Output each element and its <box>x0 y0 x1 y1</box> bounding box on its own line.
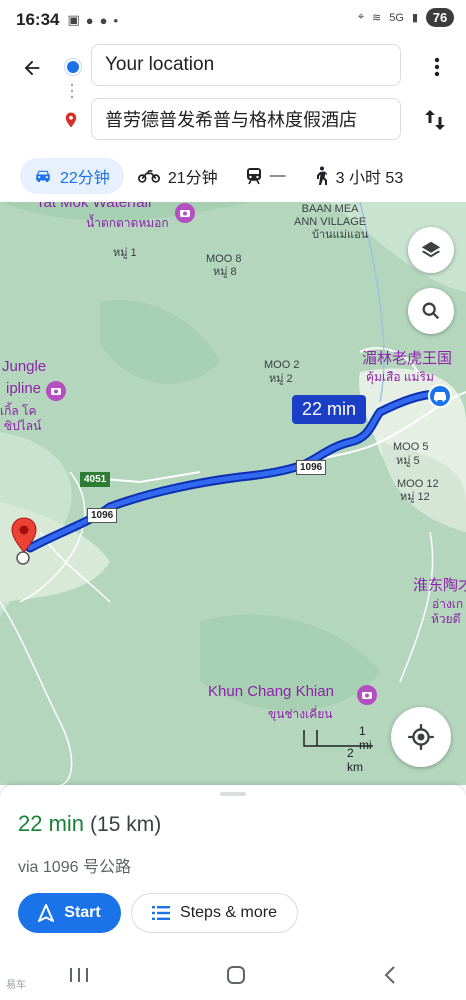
back-button[interactable] <box>14 50 50 86</box>
more-notifications-icon: • <box>113 12 119 28</box>
label-moo-12-thai: หมู่ 12 <box>400 491 430 503</box>
recents-button[interactable] <box>68 966 90 989</box>
poi-tat-mok-pin-icon[interactable] <box>174 202 196 228</box>
mode-label: — <box>269 167 286 184</box>
mode-tab-walk[interactable]: 3 小时 53 <box>300 158 418 194</box>
wechat-icon: ● <box>99 12 108 28</box>
watermark: 易车 <box>6 980 26 991</box>
more-options-button[interactable] <box>422 52 452 82</box>
my-location-button[interactable] <box>391 707 451 767</box>
route-via: via 1096 号公路 <box>18 859 131 876</box>
search-along-route-button[interactable] <box>408 288 454 334</box>
swap-button[interactable] <box>420 104 450 136</box>
chevron-left-icon <box>384 966 396 984</box>
scale-km: 2 km <box>347 746 363 774</box>
label-moo-5-thai: หมู่ 5 <box>396 455 420 467</box>
location-icon: ⌖ <box>357 11 365 23</box>
transit-icon <box>246 167 262 185</box>
label-moo-2-thai: หมู่ 2 <box>269 373 293 385</box>
road-shield-1096-east: 1096 <box>296 460 327 475</box>
label-baan-mea-ann-thai: บ้านแม่แอน <box>312 229 369 241</box>
poi-tat-mok-waterfall[interactable]: Tat Mok Waterfall <box>36 202 151 211</box>
poi-jungle-thai-2: ซิปไลน์ <box>4 419 42 433</box>
route-duration-callout[interactable]: 22 min <box>292 395 367 424</box>
route-eta: 22 min (15 km) <box>18 811 161 837</box>
layers-button[interactable] <box>408 227 454 273</box>
layers-icon <box>421 241 441 258</box>
motorcycle-icon <box>137 169 160 183</box>
steps-and-more-button[interactable]: Steps & more <box>131 893 298 933</box>
status-time: 16:34 <box>16 10 60 29</box>
road-shield-1096-west: 1096 <box>87 508 118 523</box>
label-moo-1-thai: หมู่ 1 <box>113 247 137 259</box>
mode-label: 21分钟 <box>167 170 218 187</box>
poi-jungle-zipline-2[interactable]: ipline <box>6 380 41 397</box>
battery-icon: 76 <box>426 8 454 27</box>
label-baan-mea-ann: BAAN MEA ANN VILLAGE <box>294 203 367 228</box>
drag-handle[interactable] <box>220 792 246 796</box>
search-icon <box>422 302 440 320</box>
travel-mode-tabs: 22分钟 21分钟 — 3 小时 53 <box>0 150 466 202</box>
swap-vert-icon <box>425 110 445 130</box>
label-moo-8-thai: หมู่ 8 <box>213 266 237 278</box>
poi-khun-chang-camera-icon[interactable] <box>356 684 378 710</box>
label-moo-5: MOO 5 <box>393 441 429 453</box>
signal-icon: ▮ <box>411 12 418 24</box>
origin-dot-icon <box>65 59 81 75</box>
poi-tiger-kingdom[interactable]: 湄林老虎王国 <box>362 347 452 368</box>
scan-icon: ▣ <box>67 12 80 27</box>
label-moo-8: MOO 8 <box>206 253 242 265</box>
car-icon <box>34 168 52 184</box>
origin-car-marker-icon[interactable] <box>428 384 452 413</box>
more-vert-icon <box>434 57 440 77</box>
navigation-arrow-icon <box>38 904 55 922</box>
map-view[interactable]: Tat Mok Waterfall น้ำตกตาดหมอก BAAN MEA … <box>0 202 466 785</box>
mode-label: 3 小时 53 <box>335 170 404 187</box>
home-button[interactable] <box>225 964 247 991</box>
wifi-icon: ≋ <box>372 12 382 24</box>
poi-tat-mok-thai: น้ำตกตาดหมอก <box>86 216 169 230</box>
poi-huai-tung-thai-2: ห้วยตึ <box>431 612 461 626</box>
wechat-icon: ● <box>85 12 94 28</box>
back-nav-button[interactable] <box>382 965 398 990</box>
poi-tiger-kingdom-thai: คุ้มเสือ แม่ริม <box>366 370 434 384</box>
status-bar: 16:34 ▣ ● ● • ⌖ ≋ 5G ▮ 76 <box>0 0 466 40</box>
road-shield-4051: 4051 <box>80 472 111 487</box>
directions-header: Your location 普劳德普发希普与格林度假酒店 <box>0 40 466 150</box>
label-moo-2: MOO 2 <box>264 359 300 371</box>
network-label: 5G <box>389 11 404 24</box>
home-icon <box>226 966 245 984</box>
eta-time: 22 min <box>18 811 85 836</box>
arrow-left-icon <box>24 60 40 76</box>
steps-label: Steps & more <box>180 904 277 921</box>
system-nav-bar <box>0 955 466 1000</box>
mode-label: 22分钟 <box>60 170 110 187</box>
destination-pin-icon <box>62 110 80 135</box>
status-right: ⌖ ≋ 5G ▮ 76 <box>358 8 454 27</box>
my-location-icon <box>408 724 434 750</box>
destination-input[interactable]: 普劳德普发希普与格林度假酒店 <box>91 98 401 140</box>
mode-tab-transit[interactable]: — <box>232 158 300 194</box>
walk-icon <box>314 166 328 186</box>
notification-icons: ▣ ● ● • <box>67 12 118 28</box>
poi-jungle-camera-icon[interactable] <box>45 380 67 406</box>
list-icon <box>152 906 171 920</box>
origin-input[interactable]: Your location <box>91 44 401 86</box>
recents-icon <box>69 968 88 982</box>
route-dots <box>71 82 73 102</box>
start-button[interactable]: Start <box>18 893 121 933</box>
poi-jungle-zipline[interactable]: Jungle <box>2 358 46 375</box>
poi-huai-tung-tao[interactable]: 淮东陶才 <box>413 574 466 595</box>
mode-tab-motorcycle[interactable]: 21分钟 <box>124 158 232 194</box>
label-moo-12: MOO 12 <box>397 478 439 490</box>
mode-tab-drive[interactable]: 22分钟 <box>20 158 124 194</box>
poi-khun-chang-khian[interactable]: Khun Chang Khian <box>208 683 334 700</box>
start-label: Start <box>64 904 101 921</box>
destination-marker-icon[interactable] <box>9 516 39 571</box>
eta-distance: (15 km) <box>90 813 162 836</box>
